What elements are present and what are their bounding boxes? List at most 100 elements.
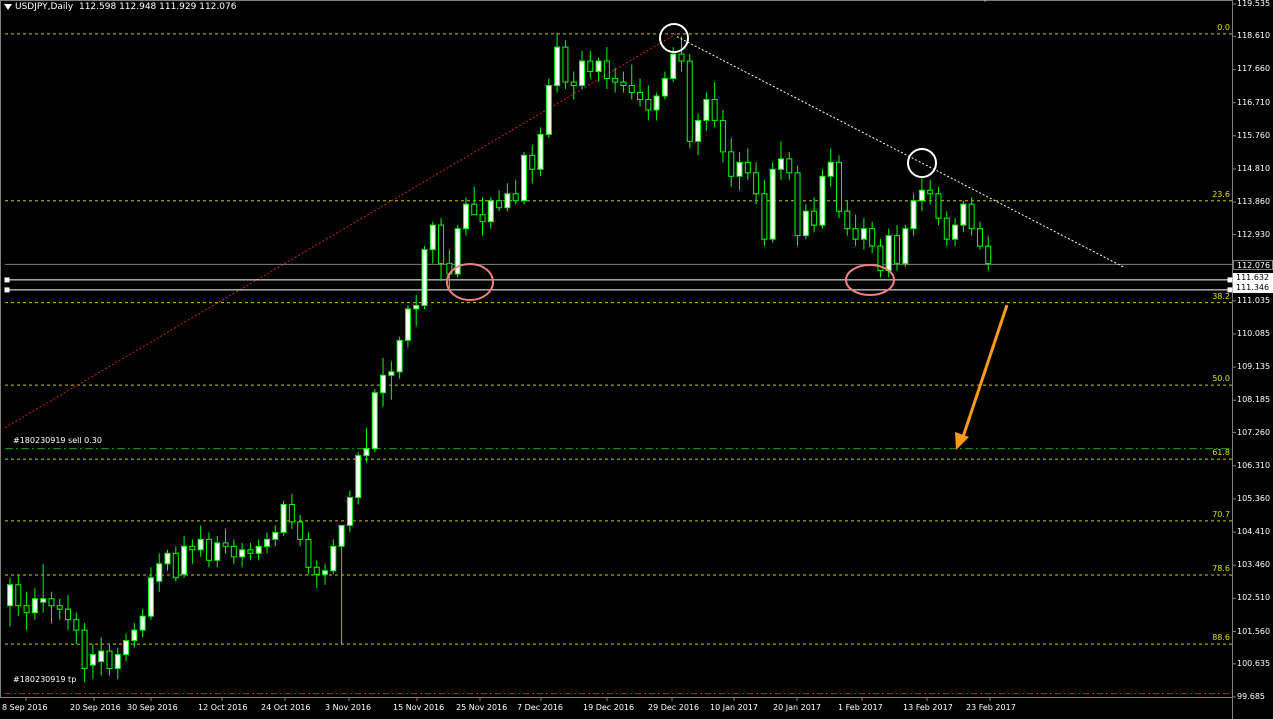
chart-window[interactable]: USDJPY,Daily 112.598 112.948 111.929 112… <box>0 0 1273 719</box>
tp-order-label[interactable]: #180230919 tp <box>13 675 76 684</box>
price-tick-label: 119.535 <box>1237 0 1271 8</box>
candle-body <box>131 629 138 642</box>
plot-frame <box>0 0 1233 698</box>
candle-body <box>902 228 909 265</box>
target-arrow-shaft[interactable] <box>960 304 1009 441</box>
candle-body <box>603 60 610 80</box>
price-tick-label: 111.035 <box>1237 295 1271 305</box>
date-tick-label: 10 Jan 2017 <box>710 703 758 712</box>
candle-body <box>545 85 552 135</box>
candle-body <box>147 577 154 617</box>
candle-body <box>31 598 38 614</box>
candle-body <box>181 545 188 575</box>
fib-level-label: 38.2 <box>1212 291 1230 301</box>
candle-body <box>719 119 726 153</box>
candle-body <box>711 98 718 121</box>
price-tick-label: 118.610 <box>1237 31 1271 41</box>
candle-body <box>40 598 47 603</box>
candle-body <box>222 542 229 547</box>
date-tick-label: 3 Nov 2016 <box>325 703 372 712</box>
candle-body <box>272 531 279 540</box>
ohlc-values: 112.598 112.948 111.929 112.076 <box>78 2 237 12</box>
fib-level-label: 88.6 <box>1212 633 1230 643</box>
candle-body <box>894 235 901 265</box>
candle-body <box>537 133 544 170</box>
candle-body <box>114 654 121 670</box>
top-circle-marker[interactable] <box>659 23 689 53</box>
fib-level-label: 70.7 <box>1212 509 1230 519</box>
candle-body <box>230 545 237 558</box>
fib-anchor-line[interactable] <box>4 33 677 429</box>
candle-body <box>338 524 345 547</box>
date-tick-label: 25 Nov 2016 <box>456 703 508 712</box>
price-tick-label: 101.560 <box>1237 626 1271 636</box>
collapse-arrow-icon[interactable] <box>980 0 990 2</box>
lower-high-circle-marker[interactable] <box>907 148 937 178</box>
candle-body <box>205 538 212 561</box>
candle-body <box>612 78 619 83</box>
price-chart[interactable] <box>0 0 1273 719</box>
candle-body <box>985 245 992 265</box>
candle-body <box>462 203 469 230</box>
candle-body <box>819 175 826 226</box>
candle-body <box>496 200 503 209</box>
candle-body <box>214 542 221 561</box>
candle-body <box>396 339 403 373</box>
candle-body <box>504 193 511 209</box>
candle-body <box>587 60 594 73</box>
candle-body <box>529 154 536 170</box>
fib-level-label: 23.6 <box>1212 189 1230 199</box>
date-tick-label: 30 Sep 2016 <box>127 703 178 712</box>
hline-handle[interactable] <box>1227 277 1233 283</box>
support-ellipse-left[interactable] <box>446 263 494 301</box>
candle-body <box>570 81 577 87</box>
candle-body <box>106 650 113 670</box>
price-tick-label: 100.635 <box>1237 658 1271 668</box>
candle-body <box>371 392 378 450</box>
candle-body <box>910 200 917 230</box>
candle-body <box>827 161 834 177</box>
date-tick-label: 29 Dec 2016 <box>648 703 700 712</box>
candle-body <box>811 210 818 226</box>
hline-handle[interactable] <box>4 277 10 283</box>
price-tick-label: 102.510 <box>1237 593 1271 603</box>
price-tick-label: 105.360 <box>1237 493 1271 503</box>
sell-order-label[interactable]: #180230919 sell 0.30 <box>13 436 102 445</box>
candle-body <box>65 608 72 621</box>
hline-price-tag-1: 111.632 <box>1233 273 1273 283</box>
candle-body <box>562 46 569 83</box>
candle-body <box>197 538 204 551</box>
hline-price-tag-2: 111.346 <box>1233 283 1273 293</box>
price-tick-label: 99.685 <box>1237 692 1265 701</box>
candle-body <box>297 521 304 540</box>
candle-body <box>313 566 320 575</box>
candle-body <box>421 249 428 306</box>
price-tick-label: 115.760 <box>1237 130 1271 140</box>
candle-body <box>56 605 63 610</box>
candle-body <box>976 228 983 247</box>
candle-body <box>860 228 867 240</box>
target-arrow-head[interactable] <box>955 432 969 450</box>
candle-body <box>512 193 519 202</box>
candle-body <box>73 619 80 631</box>
candle-body <box>952 224 959 240</box>
date-tick-label: 23 Feb 2017 <box>966 703 1016 712</box>
candle-body <box>653 95 660 111</box>
price-tick-label: 114.810 <box>1237 163 1271 173</box>
candle-body <box>786 158 793 174</box>
hline-handle[interactable] <box>4 287 10 293</box>
candle-body <box>189 545 196 551</box>
fib-level-label: 78.6 <box>1212 563 1230 573</box>
candle-body <box>661 78 668 97</box>
candle-body <box>139 615 146 631</box>
dropdown-triangle-icon[interactable] <box>4 3 12 10</box>
candle-body <box>380 374 387 394</box>
date-tick-label: 8 Sep 2016 <box>2 703 48 712</box>
candle-body <box>89 654 96 666</box>
descending-trendline[interactable] <box>676 36 1126 269</box>
candle-body <box>844 210 851 230</box>
candle-body <box>471 203 478 216</box>
candle-body <box>487 200 494 223</box>
candle-body <box>388 371 395 376</box>
candle-body <box>554 46 561 87</box>
